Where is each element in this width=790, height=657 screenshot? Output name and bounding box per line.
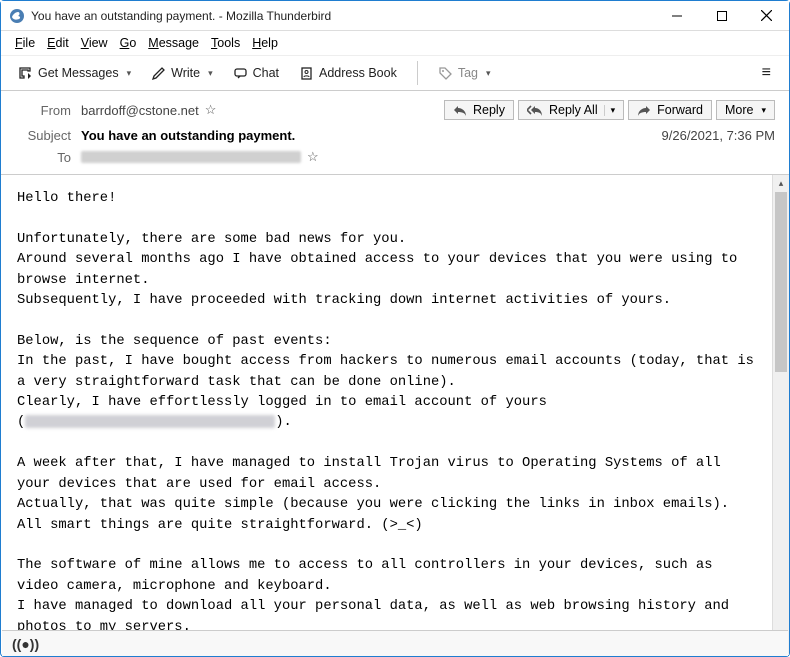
main-toolbar: Get Messages ▾ Write ▾ Chat Address Book… <box>1 55 789 91</box>
maximize-button[interactable] <box>699 1 744 30</box>
chat-icon <box>233 66 248 81</box>
window-controls <box>654 1 789 30</box>
write-label: Write <box>171 66 200 80</box>
chevron-down-icon[interactable]: ▾ <box>604 105 616 116</box>
address-book-label: Address Book <box>319 66 397 80</box>
to-label: To <box>15 150 71 165</box>
tag-icon <box>438 66 453 81</box>
close-button[interactable] <box>744 1 789 30</box>
reply-all-label: Reply All <box>549 103 598 117</box>
body-text: ( <box>17 415 25 430</box>
menu-message[interactable]: Message <box>142 33 205 53</box>
more-label: More <box>725 103 753 117</box>
status-bar: ((●)) <box>2 630 788 656</box>
action-buttons-row: From barrdoff@cstone.net ☆ Reply Reply A… <box>15 99 775 121</box>
message-body-area: Hello there! Unfortunately, there are so… <box>1 175 789 655</box>
body-text: Around several months ago I have obtaine… <box>17 252 746 287</box>
message-header: From barrdoff@cstone.net ☆ Reply Reply A… <box>1 91 789 175</box>
from-label: From <box>15 103 71 118</box>
chat-label: Chat <box>253 66 279 80</box>
menu-tools[interactable]: Tools <box>205 33 246 53</box>
activity-indicator-icon: ((●)) <box>12 636 39 652</box>
write-button[interactable]: Write ▾ <box>145 62 218 85</box>
app-icon <box>9 8 25 24</box>
body-text: ). <box>275 415 292 430</box>
menu-view[interactable]: View <box>75 33 114 53</box>
pencil-icon <box>151 66 166 81</box>
body-text: A week after that, I have managed to ins… <box>17 456 729 491</box>
body-text: All smart things are quite straightforwa… <box>17 518 423 533</box>
body-text: Actually, that was quite simple (because… <box>17 497 729 512</box>
message-body: Hello there! Unfortunately, there are so… <box>1 175 772 655</box>
inbox-arrow-icon <box>17 65 33 81</box>
menu-bar: File Edit View Go Message Tools Help <box>1 31 789 55</box>
subject-value: You have an outstanding payment. <box>81 128 295 143</box>
chevron-down-icon[interactable]: ▾ <box>759 105 766 116</box>
get-messages-button[interactable]: Get Messages ▾ <box>11 61 137 85</box>
reply-all-arrow-icon <box>527 105 543 116</box>
to-address-redacted[interactable] <box>81 151 301 163</box>
scroll-thumb[interactable] <box>775 192 787 372</box>
redacted-email-inline <box>25 415 275 428</box>
chevron-down-icon: ▾ <box>486 68 491 79</box>
minimize-button[interactable] <box>654 1 699 30</box>
body-text: Below, is the sequence of past events: <box>17 334 332 349</box>
forward-button[interactable]: Forward <box>628 100 712 120</box>
reply-button[interactable]: Reply <box>444 100 514 120</box>
menu-go[interactable]: Go <box>114 33 143 53</box>
body-text: Subsequently, I have proceeded with trac… <box>17 293 671 308</box>
body-text: Clearly, I have effortlessly logged in t… <box>17 395 547 410</box>
more-button[interactable]: More ▾ <box>716 100 775 120</box>
body-text: Unfortunately, there are some bad news f… <box>17 232 406 247</box>
menu-edit[interactable]: Edit <box>41 33 75 53</box>
message-date: 9/26/2021, 7:36 PM <box>662 128 775 143</box>
get-messages-label: Get Messages <box>38 66 119 80</box>
hamburger-menu-button[interactable]: ≡ <box>754 58 779 88</box>
separator <box>417 61 418 85</box>
star-icon[interactable]: ☆ <box>307 149 319 165</box>
from-address[interactable]: barrdoff@cstone.net <box>81 103 199 118</box>
reply-arrow-icon <box>453 105 467 116</box>
reply-label: Reply <box>473 103 505 117</box>
chevron-down-icon: ▾ <box>208 68 213 79</box>
star-icon[interactable]: ☆ <box>205 102 217 118</box>
body-greeting: Hello there! <box>17 191 116 206</box>
body-text: In the past, I have bought access from h… <box>17 354 762 389</box>
body-text: The software of mine allows me to access… <box>17 558 721 593</box>
scroll-up-button[interactable]: ▴ <box>773 175 789 192</box>
reply-all-button[interactable]: Reply All ▾ <box>518 100 624 120</box>
forward-label: Forward <box>657 103 703 117</box>
tag-button[interactable]: Tag ▾ <box>432 62 497 85</box>
subject-label: Subject <box>15 128 71 143</box>
tag-label: Tag <box>458 66 478 80</box>
chevron-down-icon: ▾ <box>127 68 132 79</box>
vertical-scrollbar[interactable]: ▴ ▾ <box>772 175 789 655</box>
chat-button[interactable]: Chat <box>227 62 285 85</box>
address-book-icon <box>299 66 314 81</box>
menu-help[interactable]: Help <box>246 33 284 53</box>
title-bar: You have an outstanding payment. - Mozil… <box>1 1 789 31</box>
hamburger-icon: ≡ <box>762 64 771 82</box>
window-title: You have an outstanding payment. - Mozil… <box>31 9 654 23</box>
menu-file[interactable]: File <box>9 33 41 53</box>
forward-arrow-icon <box>637 105 651 116</box>
address-book-button[interactable]: Address Book <box>293 62 403 85</box>
